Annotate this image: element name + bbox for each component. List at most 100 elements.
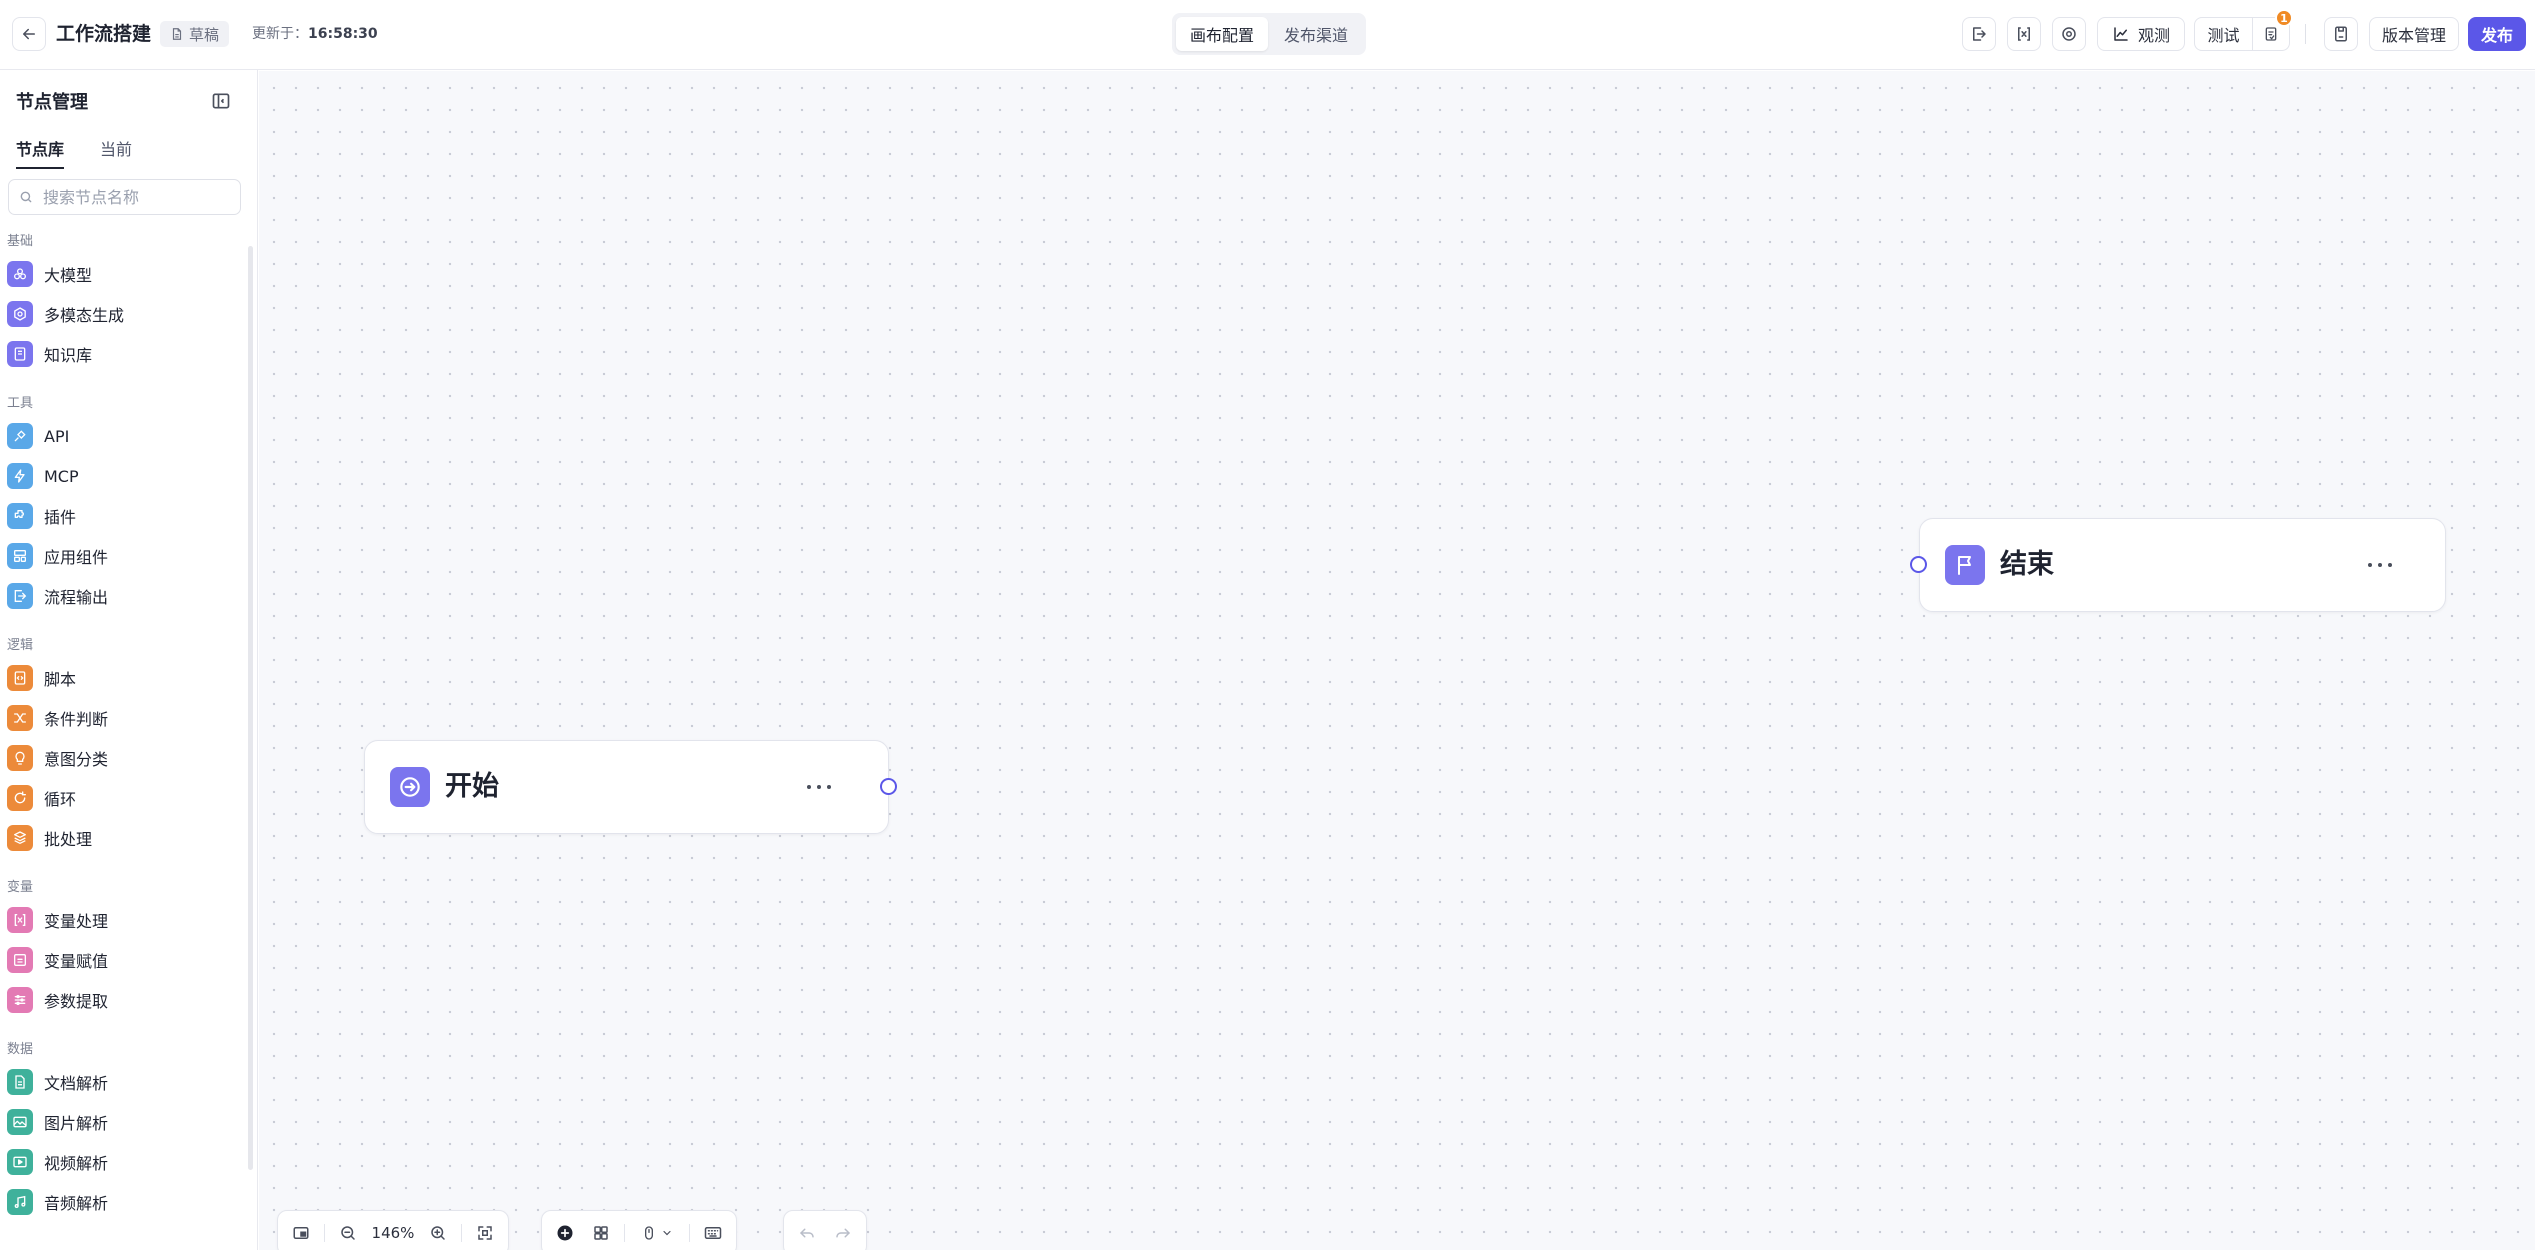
node-item-mcp[interactable]: MCP	[7, 460, 239, 492]
auto-layout-button[interactable]	[588, 1220, 614, 1246]
section-tools: 工具	[7, 396, 34, 411]
end-node-more-button[interactable]	[2368, 555, 2392, 575]
node-search-input[interactable]	[43, 187, 223, 207]
zoom-in-icon	[431, 1226, 445, 1240]
node-item-doc-parse[interactable]: 文档解析	[7, 1066, 239, 1098]
app-title: 工作流搭建	[56, 23, 152, 45]
version-management-button[interactable]: 版本管理	[2369, 17, 2459, 51]
start-node-label: 开始	[445, 771, 499, 802]
settings-button[interactable]	[2052, 17, 2086, 51]
start-node-output-port[interactable]	[880, 778, 897, 795]
zoom-toolbar: 146%	[277, 1210, 509, 1250]
audio-parse-icon	[7, 1189, 33, 1215]
zoom-in-button[interactable]	[425, 1220, 451, 1246]
export-button[interactable]	[1962, 17, 1996, 51]
zoom-out-icon	[341, 1226, 355, 1240]
start-node[interactable]: 开始	[364, 740, 889, 834]
collapse-sidebar-button[interactable]	[210, 90, 232, 112]
redo-button[interactable]	[830, 1220, 856, 1246]
chart-line-icon	[2114, 27, 2128, 41]
sidebar-scrollbar[interactable]	[248, 246, 253, 1170]
workflow-canvas[interactable]: 开始 结束	[259, 71, 2535, 1250]
node-item-script[interactable]: 脚本	[7, 662, 239, 694]
batch-icon	[7, 825, 33, 851]
observe-label: 观测	[2137, 26, 2170, 45]
node-item-intent[interactable]: 意图分类	[7, 742, 239, 774]
node-search	[8, 179, 241, 215]
more-dot	[807, 785, 811, 789]
param-extract-icon	[7, 987, 33, 1013]
mcp-icon	[7, 463, 33, 489]
node-item-batch[interactable]: 批处理	[7, 822, 239, 854]
node-item-label: 图片解析	[44, 1114, 109, 1133]
node-item-label: 批处理	[44, 830, 93, 849]
search-icon	[20, 191, 32, 203]
tab-canvas-config[interactable]: 画布配置	[1176, 17, 1268, 51]
node-item-flow-output[interactable]: 流程输出	[7, 580, 239, 612]
intent-icon	[7, 745, 33, 771]
tab-current[interactable]: 当前	[100, 140, 132, 169]
zoom-out-button[interactable]	[335, 1220, 361, 1246]
node-item-knowledge-base[interactable]: 知识库	[7, 338, 239, 370]
node-item-image-parse[interactable]: 图片解析	[7, 1106, 239, 1138]
node-item-api[interactable]: API	[7, 420, 239, 452]
tab-node-library[interactable]: 节点库	[16, 140, 65, 169]
section-data: 数据	[7, 1042, 34, 1057]
start-node-more-button[interactable]	[807, 777, 831, 797]
zoom-level[interactable]: 146%	[371, 1224, 415, 1242]
minimap-button[interactable]	[288, 1220, 314, 1246]
node-item-loop[interactable]: 循环	[7, 782, 239, 814]
keyboard-icon	[704, 1227, 722, 1239]
node-item-label: 文档解析	[44, 1074, 109, 1093]
node-item-variable-assign[interactable]: 变量赋值	[7, 944, 239, 976]
layout-grid-icon	[594, 1226, 608, 1240]
api-icon	[7, 423, 33, 449]
test-button[interactable]: 测试	[2195, 18, 2253, 50]
test-record-icon	[2265, 27, 2277, 41]
publish-button[interactable]: 发布	[2468, 17, 2526, 51]
node-item-llm[interactable]: 大模型	[7, 258, 239, 290]
node-item-app-component[interactable]: 应用组件	[7, 540, 239, 572]
mode-tabs: 画布配置 发布渠道	[1172, 13, 1366, 55]
keyboard-shortcuts-button[interactable]	[700, 1220, 726, 1246]
node-item-param-extract[interactable]: 参数提取	[7, 984, 239, 1016]
toolbar-separator	[689, 1224, 690, 1242]
minimap-icon	[293, 1227, 309, 1239]
node-item-plugin[interactable]: 插件	[7, 500, 239, 532]
end-node-input-port[interactable]	[1910, 556, 1927, 573]
fit-view-button[interactable]	[472, 1220, 498, 1246]
more-dot	[2388, 563, 2392, 567]
tab-publish-channel[interactable]: 发布渠道	[1270, 17, 1362, 51]
node-item-label: MCP	[44, 466, 79, 486]
add-node-button[interactable]	[552, 1220, 578, 1246]
settings-icon	[2062, 27, 2076, 41]
back-button[interactable]	[12, 17, 46, 51]
node-item-label: 条件判断	[44, 710, 109, 729]
node-item-label: 循环	[44, 790, 77, 809]
history-toolbar	[783, 1210, 867, 1250]
node-item-video-parse[interactable]: 视频解析	[7, 1146, 239, 1178]
section-variables: 变量	[7, 880, 34, 895]
end-node[interactable]: 结束	[1919, 518, 2446, 612]
chevron-down-icon	[663, 1230, 671, 1236]
save-button[interactable]	[2324, 17, 2358, 51]
node-item-label: 多模态生成	[44, 306, 125, 325]
node-item-variable-process[interactable]: 变量处理	[7, 904, 239, 936]
section-logic: 逻辑	[7, 638, 34, 653]
node-item-audio-parse[interactable]: 音频解析	[7, 1186, 239, 1218]
fit-view-icon	[478, 1226, 492, 1240]
observe-button[interactable]: 观测	[2097, 17, 2185, 51]
more-dot	[2378, 563, 2382, 567]
more-dot	[817, 785, 821, 789]
video-parse-icon	[7, 1149, 33, 1175]
interaction-mode-dropdown[interactable]	[635, 1220, 679, 1246]
variable-brackets-icon	[2018, 27, 2030, 41]
multimodal-icon	[7, 301, 33, 327]
node-item-multimodal[interactable]: 多模态生成	[7, 298, 239, 330]
toolbar-separator	[461, 1224, 462, 1242]
undo-button[interactable]	[794, 1220, 820, 1246]
sidebar-tabs: 节点库 当前	[16, 140, 132, 169]
variables-button[interactable]	[2007, 17, 2041, 51]
node-item-condition[interactable]: 条件判断	[7, 702, 239, 734]
end-node-label: 结束	[2000, 549, 2054, 580]
